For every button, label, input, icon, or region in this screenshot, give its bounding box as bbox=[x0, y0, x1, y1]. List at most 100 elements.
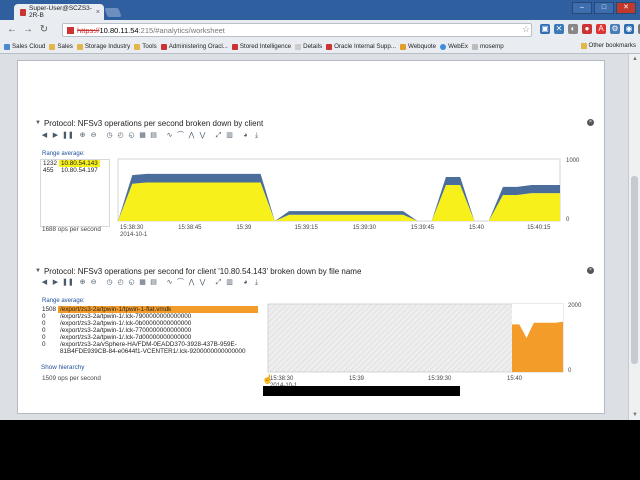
zoom-out-icon[interactable]: ⊖ bbox=[89, 131, 98, 140]
trend-icon[interactable]: ⋀ bbox=[187, 131, 196, 140]
new-tab-button[interactable] bbox=[104, 8, 122, 17]
color-wheel-icon[interactable]: ◕ bbox=[241, 131, 250, 140]
legend-row[interactable]: 0/export/zs3-2a/tpwin-1/.lck-77000000000… bbox=[40, 327, 258, 334]
browser-tab[interactable]: Super-User@SCZS3-2R-B × bbox=[14, 4, 104, 20]
panel1-toolbar: ◀ ▶ ❚❚ ⊕ ⊖ ◷ ◴ ◵ ▦ ▤ ∿ ⌒ ⋀ ⋁ ⤢ ▥ ◕ ⤓ bbox=[40, 130, 261, 141]
other-bookmarks[interactable]: Other bookmarks bbox=[580, 42, 636, 49]
panel2-ops-total: 1509 ops per second bbox=[42, 375, 101, 382]
color-wheel-icon[interactable]: ◕ bbox=[241, 278, 250, 287]
bookmark-item[interactable]: Oracle Internal Supp... bbox=[326, 43, 396, 50]
panel1-header: ▼ Protocol: NFSv3 operations per second … bbox=[18, 118, 604, 128]
clock-icon[interactable]: ◷ bbox=[105, 278, 114, 287]
extension-icon[interactable]: ◉ bbox=[624, 24, 634, 34]
expand-icon[interactable]: ⤢ bbox=[214, 278, 223, 287]
bookmark-item[interactable]: Sales bbox=[49, 43, 73, 50]
trend-icon[interactable]: ⋁ bbox=[198, 131, 207, 140]
legend-row[interactable]: 0/export/zs3-2a/tpwin-1/.lck-79000000000… bbox=[40, 313, 258, 320]
clock-icon[interactable]: ◴ bbox=[116, 278, 125, 287]
panel2-close-icon[interactable]: × bbox=[587, 267, 594, 274]
zoom-out-icon[interactable]: ⊖ bbox=[89, 278, 98, 287]
legend-row[interactable]: 0/export/zs3-2a/vSphere-HA/FDM-0EADD370-… bbox=[40, 341, 258, 348]
bookmark-item[interactable]: mosemp bbox=[471, 43, 504, 50]
legend-label: /export/zs3-2a/tpwin-1/tpwin-1-flat.vmdk bbox=[58, 306, 258, 313]
forward-icon[interactable]: ▶ bbox=[51, 278, 60, 287]
extension-icon[interactable]: ✕ bbox=[554, 24, 564, 34]
expand-icon[interactable]: ⤢ bbox=[214, 131, 223, 140]
show-hierarchy-link[interactable]: Show hierarchy bbox=[41, 364, 84, 371]
calendar-icon[interactable]: ▦ bbox=[138, 278, 147, 287]
chart-type-icon[interactable]: ▥ bbox=[225, 131, 234, 140]
reload-icon[interactable]: ↻ bbox=[38, 24, 50, 36]
legend-label: /export/zs3-2a/tpwin-1/.lck-770000000000… bbox=[60, 327, 192, 334]
page-scrollbar[interactable]: ▲ ▼ bbox=[628, 54, 640, 420]
redaction-bar bbox=[263, 386, 460, 396]
x-tick-label: 15:39:30 bbox=[353, 225, 377, 231]
bookmark-star-icon[interactable]: ☆ bbox=[522, 24, 530, 35]
bookmark-item[interactable]: Sales Cloud bbox=[4, 43, 45, 50]
address-bar[interactable]: https:// 10.80.11.54 :215/#analytics/wor… bbox=[62, 23, 532, 37]
trend-icon[interactable]: ⋀ bbox=[187, 278, 196, 287]
trend-icon[interactable]: ⋁ bbox=[198, 278, 207, 287]
download-icon[interactable]: ⤓ bbox=[252, 131, 261, 140]
extension-icon[interactable]: A bbox=[596, 24, 606, 34]
forward-arrow-icon[interactable]: → bbox=[22, 24, 34, 36]
chart-type-icon[interactable]: ▥ bbox=[225, 278, 234, 287]
trend-line-icon[interactable]: ∿ bbox=[165, 131, 174, 140]
bookmark-item[interactable]: Storage Industry bbox=[76, 43, 130, 50]
pause-icon[interactable]: ❚❚ bbox=[62, 278, 74, 287]
panel1-chart[interactable]: 1000 0 15:38:30 15:38:45 15:39 15:39:15 15:39:… bbox=[116, 157, 592, 241]
panel2-chart[interactable]: 2000015:38:3015:3915:39:3015:402014-10-1 bbox=[266, 302, 592, 394]
collapse-triangle-icon[interactable]: ▼ bbox=[35, 268, 41, 274]
legend-row[interactable]: 0/export/zs3-2a/tpwin-1/.lck-7d000000000… bbox=[40, 334, 258, 341]
legend-row[interactable]: 0/export/zs3-2a/tpwin-1/.lck-0b000000000… bbox=[40, 320, 258, 327]
panel2-range-label: Range average: bbox=[42, 298, 85, 304]
rewind-icon[interactable]: ◀ bbox=[40, 278, 49, 287]
maximize-button[interactable]: □ bbox=[594, 2, 614, 14]
trend-icon[interactable]: ⌒ bbox=[176, 278, 185, 287]
bookmark-item[interactable]: Tools bbox=[134, 43, 157, 50]
bookmark-label: Sales bbox=[57, 43, 73, 50]
trend-icon[interactable]: ⌒ bbox=[176, 131, 185, 140]
calendar-icon[interactable]: ▤ bbox=[149, 131, 158, 140]
legend-row[interactable]: 455 10.80.54.197 bbox=[41, 167, 109, 174]
bookmark-item[interactable]: Administering Oracl... bbox=[160, 43, 228, 50]
scroll-down-icon[interactable]: ▼ bbox=[632, 412, 638, 418]
extension-icon[interactable]: ⚙ bbox=[610, 24, 620, 34]
legend-row[interactable]: 1508 /export/zs3-2a/tpwin-1/tpwin-1-flat… bbox=[40, 306, 258, 313]
legend-row[interactable]: 1232 10.80.54.143 bbox=[41, 160, 109, 167]
calendar-icon[interactable]: ▦ bbox=[138, 131, 147, 140]
x-tick-label: 15:38:30 bbox=[120, 225, 144, 231]
zoom-in-icon[interactable]: ⊕ bbox=[78, 278, 87, 287]
bookmark-item[interactable]: WebEx bbox=[440, 43, 468, 50]
pause-icon[interactable]: ❚❚ bbox=[62, 131, 74, 140]
clock-icon[interactable]: ◴ bbox=[116, 131, 125, 140]
extension-icon[interactable]: ▣ bbox=[540, 24, 550, 34]
trend-line-icon[interactable]: ∿ bbox=[165, 278, 174, 287]
zoom-in-icon[interactable]: ⊕ bbox=[78, 131, 87, 140]
back-arrow-icon[interactable]: ← bbox=[6, 24, 18, 36]
forward-icon[interactable]: ▶ bbox=[51, 131, 60, 140]
clock-icon[interactable]: ◵ bbox=[127, 278, 136, 287]
bookmark-item[interactable]: Webquote bbox=[399, 43, 436, 50]
clock-icon[interactable]: ◵ bbox=[127, 131, 136, 140]
scroll-up-icon[interactable]: ▲ bbox=[632, 56, 638, 62]
close-window-button[interactable]: ✕ bbox=[616, 2, 636, 14]
minimize-button[interactable]: – bbox=[572, 2, 592, 14]
close-tab-icon[interactable]: × bbox=[96, 9, 100, 16]
tab-title: Super-User@SCZS3-2R-B bbox=[29, 5, 92, 19]
bookmark-item[interactable]: Details bbox=[295, 43, 322, 50]
rewind-icon[interactable]: ◀ bbox=[40, 131, 49, 140]
download-icon[interactable]: ⤓ bbox=[252, 278, 261, 287]
extension-icon[interactable]: ◐ bbox=[568, 24, 578, 34]
bookmark-label: Oracle Internal Supp... bbox=[334, 43, 396, 50]
bookmark-item[interactable]: Stored Intelligence bbox=[231, 43, 291, 50]
calendar-icon[interactable]: ▤ bbox=[149, 278, 158, 287]
legend-row[interactable]: 81B4FDE939CB-84-e0644f1-VCENTER1/.lck-92… bbox=[40, 348, 258, 355]
window-controls: – □ ✕ bbox=[572, 2, 636, 14]
extension-icon[interactable]: ● bbox=[582, 24, 592, 34]
panel1-close-icon[interactable]: × bbox=[587, 119, 594, 126]
clock-icon[interactable]: ◷ bbox=[105, 131, 114, 140]
collapse-triangle-icon[interactable]: ▼ bbox=[35, 120, 41, 126]
scrollbar-thumb[interactable] bbox=[631, 176, 638, 364]
page-icon bbox=[295, 43, 302, 50]
